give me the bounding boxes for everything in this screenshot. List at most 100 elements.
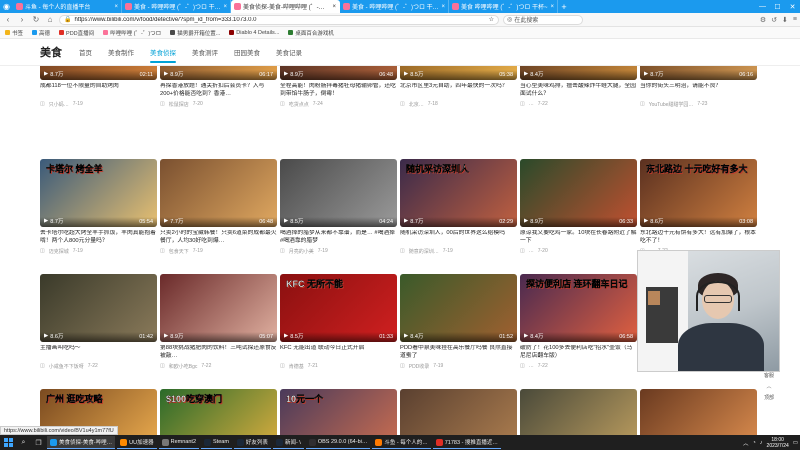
- video-card[interactable]: [640, 389, 757, 435]
- uploader-name[interactable]: …: [529, 101, 534, 107]
- undo-icon[interactable]: ↺: [771, 16, 777, 24]
- bookmark-item[interactable]: 高德: [32, 29, 50, 37]
- video-card[interactable]: ▶ 8.4万 当心型美味鸡排，擅击酸辣炸牛蛙大腿，全园面试什么？ ◫ … 7-22: [520, 66, 637, 107]
- tab-close-icon[interactable]: ×: [332, 4, 336, 10]
- video-thumbnail[interactable]: 探访便利店 连环翻车日记 ▶ 8.4万 06:58: [520, 274, 637, 342]
- video-title[interactable]: 再探香港放题！通关折扣后会员卡？入与200+价格能否吃到？香港…: [160, 83, 277, 98]
- bookmark-item[interactable]: Diablo 4 Details...: [229, 30, 279, 36]
- video-card[interactable]: 香港放题 200+任饮任食?▶8.9万06:17 再探香港放题！通关折扣后会员卡？…: [160, 66, 277, 108]
- browser-search-box[interactable]: ◎ 在此搜索: [503, 14, 583, 25]
- video-title[interactable]: 去卡塔尔吃超大烤全羊手抓饭，羊肉真能抱着啃！两个人800元分量吗？: [40, 230, 157, 245]
- uploader-name[interactable]: YouTube甜甜学园…: [649, 101, 694, 108]
- category-tab[interactable]: 田园美食: [234, 39, 260, 66]
- video-thumbnail[interactable]: 10元一个: [280, 389, 397, 435]
- bookmark-item[interactable]: 桌面百合游戏机: [288, 29, 334, 37]
- task-view-icon[interactable]: ❐: [32, 436, 45, 449]
- taskbar-app[interactable]: 新闻- \: [272, 436, 304, 449]
- video-title[interactable]: 全程高能！肉粉肠拌毒猪牡母猪输卵管，还吃到带馅牛肠子，倒霉！: [280, 83, 397, 98]
- video-title[interactable]: 喝酒掉的腊梦从来都不靠谱，而是… #喝酒掉#喝酒靠的腊梦: [280, 230, 397, 245]
- video-card[interactable]: [400, 389, 517, 435]
- category-tab[interactable]: 美食测评: [192, 39, 218, 66]
- video-card[interactable]: ▶ 7.7万 06:48 只卖2小时的宝藏韩餐！只卖6道菜的成都最火餐厅，人均30好吃…: [160, 159, 277, 255]
- network-icon[interactable]: ◔: [752, 440, 755, 446]
- browser-tab[interactable]: 斗鱼 - 每个人的直播平台 ×: [13, 0, 122, 13]
- uploader-name[interactable]: 肯德基: [289, 363, 304, 370]
- video-thumbnail[interactable]: 吃到带馅牛肠子▶8.9万06:48: [280, 66, 397, 80]
- taskbar-app[interactable]: OBS 29.0.0 (64-bi…: [305, 436, 371, 449]
- browser-tab[interactable]: 美食 哔哩哔哩 (゜-゜)つロ 干杯~ ×: [449, 0, 558, 13]
- video-thumbnail[interactable]: 北京烧鸭3元自助▶8.5万05:38: [400, 66, 517, 80]
- uploader-name[interactable]: 只小蚂…: [49, 101, 69, 108]
- reload-icon[interactable]: ↻: [31, 15, 41, 24]
- video-thumbnail[interactable]: ▶ 8.7万 06:16: [640, 66, 757, 80]
- video-card[interactable]: ▶ 8.7万 06:16 当你的街头三明治，请能不良？ ◫ YouTube甜甜学园… 7-2…: [640, 66, 757, 108]
- video-card[interactable]: $100吃穿澳门: [160, 389, 277, 435]
- video-card[interactable]: ▶ 8.7万 02:11 成都118一位不限量的自助烤肉 ◫ 只小蚂… 7-19: [40, 66, 157, 108]
- uploader-name[interactable]: 随意的深圳…: [409, 248, 439, 255]
- uploader-name[interactable]: 小咸鱼不下饭呀: [49, 363, 84, 370]
- back-to-top-icon[interactable]: ︿: [766, 383, 772, 390]
- new-tab-button[interactable]: +: [558, 2, 570, 12]
- taskbar-app[interactable]: UU加速器: [117, 436, 157, 449]
- bookmark-item[interactable]: 哔哩哔哩 (゜-゜)つロ: [103, 29, 161, 37]
- video-thumbnail[interactable]: [640, 389, 757, 435]
- video-thumbnail[interactable]: 随机采访深圳人 ▶ 8.7万 02:29: [400, 159, 517, 227]
- taskbar-app[interactable]: Remnant2: [158, 436, 200, 449]
- uploader-name[interactable]: 迈克探城: [49, 248, 69, 255]
- uploader-name[interactable]: 北京…: [409, 101, 424, 108]
- video-thumbnail[interactable]: 香港放题 200+任饮任食?▶8.9万06:17: [160, 66, 277, 80]
- video-card[interactable]: ▶ 8.4万 01:52 PDD看中泉美味挂在高乐餐厅吗餐 良然直接道蚕了 ◫ PDD收录…: [400, 274, 517, 370]
- taskbar-search-icon[interactable]: ⌕: [17, 436, 30, 449]
- customer-service-button[interactable]: 客服: [763, 372, 774, 379]
- video-card[interactable]: 东北路边 十元吃好有多大 ▶ 8.6万 03:08 东北路边十元有饼有多大！远有加爆了，…: [640, 159, 757, 254]
- video-title[interactable]: 当你的街头三明治，请能不良？: [640, 83, 757, 98]
- video-card[interactable]: 卡塔尔 烤全羊 ▶ 8.7万 05:54 去卡塔尔吃超大烤全羊手抓饭，羊肉真能抱着啃！两…: [40, 159, 157, 255]
- browser-tab[interactable]: 美食侦探-美食-哔哩哔哩 (゜-゜)つロ 干杯~×: [231, 0, 340, 13]
- video-title[interactable]: PDD看中泉美味挂在高乐餐厅吗餐 良然直接道蚕了: [400, 345, 517, 360]
- video-thumbnail[interactable]: ▶ 8.5万 04:24: [280, 159, 397, 227]
- close-window-button[interactable]: ✕: [785, 0, 800, 13]
- video-thumbnail[interactable]: ▶ 7.7万 06:48: [160, 159, 277, 227]
- uploader-name[interactable]: 月亮的小美: [289, 248, 314, 255]
- tab-close-icon[interactable]: ×: [223, 4, 227, 10]
- video-thumbnail[interactable]: ▶ 8.9万 05:07: [160, 274, 277, 342]
- video-thumbnail[interactable]: ▶ 8.9万 06:33: [520, 159, 637, 227]
- tab-close-icon[interactable]: ×: [114, 4, 118, 10]
- uploader-name[interactable]: 松鼠探店: [169, 101, 189, 108]
- video-title[interactable]: 成都118一位不限量的自助烤肉: [40, 83, 157, 98]
- video-title[interactable]: 原谅我又要吃鸡一家。10块在长春路附近了解一下: [520, 230, 637, 245]
- video-thumbnail[interactable]: ▶ 8.4万 01:52: [400, 274, 517, 342]
- taskbar-app[interactable]: 好友列表: [233, 436, 271, 449]
- home-icon[interactable]: ⌂: [45, 15, 55, 24]
- tab-close-icon[interactable]: ×: [550, 4, 554, 10]
- menu-icon[interactable]: ≡: [793, 16, 797, 24]
- uploader-name[interactable]: 包食天下: [169, 248, 189, 255]
- back-to-top-button[interactable]: 顶部: [763, 394, 774, 401]
- category-tab[interactable]: 首页: [79, 39, 92, 66]
- video-thumbnail[interactable]: 东北路边 十元吃好有多大 ▶ 8.6万 03:08: [640, 159, 757, 227]
- bookmark-item[interactable]: 书签: [5, 29, 23, 37]
- taskbar-app[interactable]: Steam: [201, 436, 232, 449]
- video-card[interactable]: ▶ 8.5万 04:24 喝酒掉的腊梦从来都不靠谱，而是… #喝酒掉#喝酒靠的腊梦 ◫ 月…: [280, 159, 397, 255]
- address-bar[interactable]: 🔒 https://www.bilibili.com/v/food/detect…: [59, 14, 499, 25]
- video-card[interactable]: KFC 无所不能 ▶ 8.5万 01:33 KFC 无能出道 联动今日正式开启 ◫ 肯德基 7…: [280, 274, 397, 370]
- forward-icon[interactable]: ›: [17, 15, 27, 24]
- video-card[interactable]: 探访便利店 连环翻车日记 ▶ 8.4万 06:58 破防了！花100多去便利店吃"招水"…: [520, 274, 637, 369]
- video-title[interactable]: 东北路边十元有饼有多大！远有加爆了，根本吃不了！: [640, 230, 757, 245]
- video-card[interactable]: 10元一个: [280, 389, 397, 435]
- tray-chevron-icon[interactable]: ︿: [743, 439, 749, 447]
- tab-close-icon[interactable]: ×: [441, 4, 445, 10]
- video-card[interactable]: [520, 389, 637, 435]
- video-title[interactable]: KFC 无能出道 联动今日正式开启: [280, 345, 397, 360]
- downloads-icon[interactable]: ⬇: [782, 16, 788, 24]
- video-thumbnail[interactable]: 卡塔尔 烤全羊 ▶ 8.7万 05:54: [40, 159, 157, 227]
- category-tab[interactable]: 美食侦探: [150, 39, 176, 66]
- video-thumbnail[interactable]: $100吃穿澳门: [160, 389, 277, 435]
- back-icon[interactable]: ‹: [3, 15, 13, 24]
- browser-logo-icon[interactable]: ◉: [0, 0, 13, 13]
- category-tab[interactable]: 美食制作: [108, 39, 134, 66]
- video-card[interactable]: ▶ 8.9万 06:33 原谅我又要吃鸡一家。10块在长春路附近了解一下 ◫ … 7-20: [520, 159, 637, 254]
- video-title[interactable]: 第88块挑战猪肥肉的饮料！三吨试探还原食反被敲…: [160, 345, 277, 360]
- clock[interactable]: 18:00 2023/7/24: [767, 437, 789, 449]
- browser-tab[interactable]: 美食 - 哔哩哔哩 (゜-゜)つロ 干杯~-bilibili×: [122, 0, 231, 13]
